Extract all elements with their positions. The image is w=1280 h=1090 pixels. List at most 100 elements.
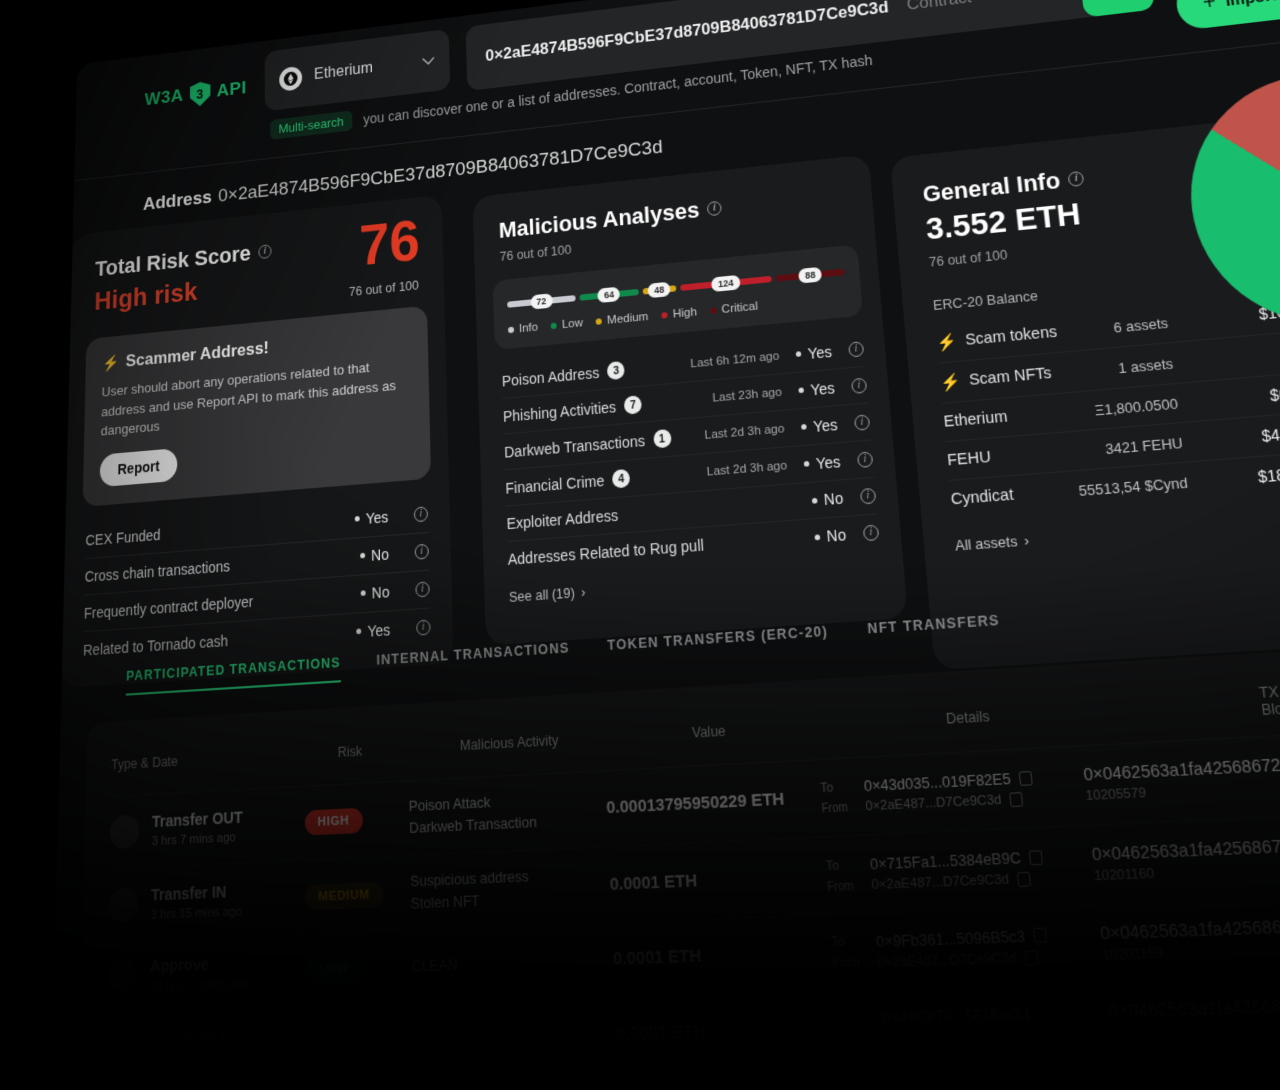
search-bar[interactable]: 0×2aE4874B596F9CbE37d8709B84063781D7Ce9C… bbox=[466, 0, 1156, 91]
to-address[interactable]: 0×43d035...019F82E5 bbox=[863, 770, 1011, 795]
transaction-value: 0.0001 ETH bbox=[613, 946, 702, 970]
status-dot bbox=[355, 516, 360, 522]
column-header-activity: Malicious Activity bbox=[459, 713, 693, 769]
status-dot bbox=[360, 553, 365, 559]
info-icon[interactable]: i bbox=[258, 244, 271, 259]
report-button[interactable]: Report bbox=[100, 448, 178, 487]
status-dot bbox=[812, 497, 818, 503]
transaction-type: Signature r... bbox=[149, 1027, 238, 1048]
severity-meter: 72 64 48 124 88 Info Low Medium High Critical bbox=[493, 244, 863, 350]
detail-from: From0×2aE487...D7Ce9C3d bbox=[832, 948, 1103, 972]
cell-type-date: Approve23 hrs 31 mins ago bbox=[107, 952, 306, 996]
risk-card-header: Total Risk Score i High risk 76 76 out o… bbox=[71, 195, 444, 320]
severity-segment-low[interactable]: 64 bbox=[579, 289, 638, 301]
info-icon[interactable]: i bbox=[848, 341, 864, 357]
to-label: To bbox=[820, 779, 857, 795]
transaction-value: 0.0001 ETH bbox=[609, 870, 697, 894]
risk-attribute-value: No bbox=[361, 583, 390, 602]
severity-segment-info[interactable]: 72 bbox=[507, 295, 576, 308]
total-risk-score-card: Total Risk Score i High risk 76 76 out o… bbox=[61, 195, 453, 688]
copy-icon[interactable] bbox=[1018, 771, 1032, 786]
to-label: To bbox=[836, 1010, 874, 1026]
legend-item-high: High bbox=[661, 306, 697, 322]
copy-icon[interactable] bbox=[1037, 1005, 1052, 1021]
assets-list: ⚡Scam tokens6 assets$100,870.00⚡Scam NFT… bbox=[935, 286, 1280, 519]
transaction-type: Transfer IN bbox=[151, 883, 226, 904]
severity-count: 64 bbox=[598, 287, 621, 303]
severity-count: 88 bbox=[798, 267, 822, 284]
to-address[interactable]: 0×46Ce79...681fbe3d bbox=[881, 1004, 1030, 1027]
cell-activity: NO DATA bbox=[413, 1023, 617, 1052]
to-address[interactable]: 0×9Fb361...5096B5c3 bbox=[875, 927, 1026, 951]
avatar bbox=[106, 1030, 137, 1066]
status-dot bbox=[356, 629, 361, 635]
from-address[interactable]: 0×2aE487...D7Ce9C3d bbox=[865, 793, 1002, 814]
tx-hash[interactable]: 0×0462563a1fa425686725eec35c... bbox=[1099, 914, 1280, 944]
from-address[interactable]: 0×2aE487...D7Ce9C3d bbox=[883, 1029, 1025, 1048]
info-icon[interactable]: i bbox=[415, 543, 429, 559]
severity-count: 124 bbox=[711, 275, 740, 292]
status-dot bbox=[815, 534, 821, 540]
shield-icon: 3 bbox=[190, 81, 211, 108]
severity-segment-critical[interactable]: 88 bbox=[776, 269, 845, 282]
asset-name: Cyndicat bbox=[950, 486, 1014, 509]
from-address[interactable]: 0×2aE487...D7Ce9C3d bbox=[871, 873, 1010, 893]
tx-hash[interactable]: 0×0462563a1fa425686725eec35c... bbox=[1091, 833, 1280, 865]
status-dot bbox=[361, 590, 366, 596]
copy-icon[interactable] bbox=[1009, 792, 1023, 807]
info-icon[interactable]: i bbox=[857, 451, 873, 468]
transaction-date: 2 days 3 hrs ago bbox=[149, 1050, 238, 1067]
search-button[interactable] bbox=[1077, 0, 1156, 18]
tx-hash[interactable]: 0×0462563a1fa425686725eec35c... bbox=[1107, 994, 1280, 1023]
transaction-value: 0.0001 ETH bbox=[616, 1021, 706, 1044]
asset-name: Etherium bbox=[943, 408, 1008, 431]
info-icon[interactable]: i bbox=[851, 377, 867, 393]
risk-attribute-value: Yes bbox=[356, 621, 390, 641]
info-icon[interactable]: i bbox=[415, 581, 429, 597]
to-label: To bbox=[831, 934, 869, 950]
malicious-row-label: Financial Crime bbox=[505, 471, 605, 496]
legend-label: Medium bbox=[607, 311, 649, 327]
legend-item-info: Info bbox=[508, 321, 538, 336]
asset-quantity: Ξ1,800.0500 bbox=[1094, 395, 1179, 419]
legend-label: Critical bbox=[721, 300, 758, 316]
cell-value: 0.00013795950229 ETH bbox=[606, 787, 822, 819]
cell-details: To0×715Fa1...5384eB9CFrom0×2aE487...D7Ce… bbox=[825, 846, 1095, 895]
copy-icon[interactable] bbox=[1016, 872, 1030, 887]
copy-icon[interactable] bbox=[1033, 928, 1047, 944]
malicious-row-timestamp: Last 23h ago bbox=[712, 386, 782, 405]
severity-segment-high[interactable]: 124 bbox=[680, 276, 773, 291]
malicious-row-count: 3 bbox=[607, 361, 625, 380]
app-logo[interactable]: W3A 3 API bbox=[144, 76, 246, 112]
info-icon[interactable]: i bbox=[854, 414, 870, 430]
malicious-analyses-card: Malicious Analyses i 76 out of 100 72644… bbox=[473, 154, 908, 645]
from-label: From bbox=[827, 879, 864, 894]
chain-selector[interactable]: Etherium bbox=[265, 29, 451, 111]
info-icon[interactable]: i bbox=[1068, 171, 1085, 187]
severity-segment-medium[interactable]: 48 bbox=[642, 285, 676, 294]
info-icon[interactable]: i bbox=[863, 525, 880, 542]
chevron-right-icon: › bbox=[1023, 532, 1030, 549]
risk-attribute-label: CEX Funded bbox=[85, 526, 160, 548]
legend-item-medium: Medium bbox=[596, 311, 649, 328]
info-icon[interactable]: i bbox=[860, 488, 876, 505]
bolt-icon: ⚡ bbox=[102, 353, 119, 372]
info-icon[interactable]: i bbox=[416, 619, 430, 635]
from-address[interactable]: 0×2aE487...D7Ce9C3d bbox=[877, 951, 1017, 971]
import-addresses-button[interactable]: + Import list of addresses bbox=[1174, 0, 1280, 31]
copy-icon[interactable] bbox=[1031, 1028, 1046, 1044]
malicious-row-timestamp: Last 6h 12m ago bbox=[690, 349, 780, 370]
transaction-type: Approve bbox=[150, 956, 209, 977]
import-addresses-label: Import list of addresses bbox=[1224, 0, 1280, 10]
to-address[interactable]: 0×715Fa1...5384eB9C bbox=[869, 849, 1022, 874]
chevron-down-icon bbox=[422, 57, 434, 66]
info-icon[interactable]: i bbox=[707, 201, 722, 217]
legend-item-low: Low bbox=[551, 317, 584, 332]
copy-icon[interactable] bbox=[1024, 950, 1038, 966]
asset-name: Scam tokens bbox=[965, 324, 1058, 350]
info-icon[interactable]: i bbox=[414, 506, 428, 522]
copy-icon[interactable] bbox=[1028, 850, 1042, 865]
transaction-date: 23 hrs 31 mins ago bbox=[150, 977, 249, 994]
cell-hash-block: 0×0462563a1fa425686725eec35c...10201159 bbox=[1099, 914, 1280, 963]
risk-badge: SCAN bbox=[306, 1028, 370, 1056]
